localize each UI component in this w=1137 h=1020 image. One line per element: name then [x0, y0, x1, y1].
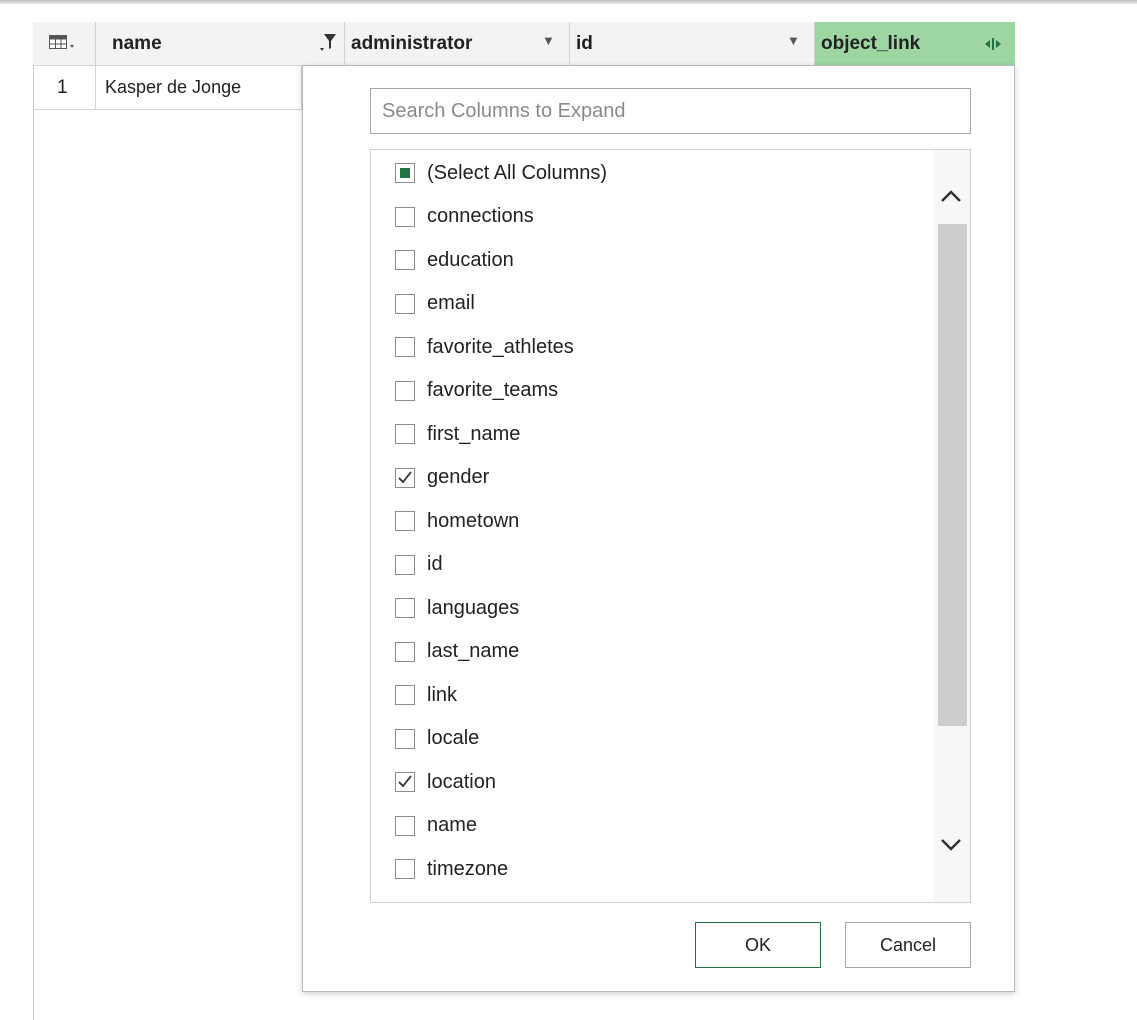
- column-checkbox-label: first_name: [427, 422, 521, 445]
- column-checkbox-item[interactable]: first_name: [395, 419, 520, 449]
- column-header-object-link[interactable]: object_link: [815, 22, 1015, 66]
- column-header-id[interactable]: id ▼: [570, 22, 815, 66]
- column-header-label: id: [576, 33, 593, 54]
- column-checkbox-label: locale: [427, 727, 480, 749]
- partial-checkbox[interactable]: [395, 163, 415, 183]
- scrollbar[interactable]: [934, 150, 970, 902]
- column-checkbox-label: id: [427, 553, 443, 575]
- column-header-label: name: [112, 33, 162, 54]
- column-checkbox-item[interactable]: gender: [395, 463, 489, 493]
- checkbox[interactable]: [395, 250, 415, 270]
- column-header-label: administrator: [351, 33, 473, 54]
- column-checkbox-item[interactable]: (Select All Columns): [395, 158, 607, 188]
- column-checkbox-label: updated_time: [427, 901, 548, 902]
- grid-left-border: [33, 22, 34, 1020]
- columns-list[interactable]: (Select All Columns) connections education…: [370, 149, 971, 903]
- column-checkbox-label: education: [427, 248, 514, 271]
- column-header-administrator[interactable]: administrator ▼: [345, 22, 570, 66]
- window-top-edge: [0, 0, 1137, 4]
- column-checkbox-label: connections: [427, 205, 534, 227]
- column-checkbox-label: gender: [427, 466, 490, 488]
- column-checkbox-label: (Select All Columns): [427, 161, 608, 184]
- row-number: 1: [57, 77, 68, 98]
- filter-icon[interactable]: [318, 32, 338, 55]
- expand-icon[interactable]: [983, 36, 1003, 58]
- checkmark-icon: [398, 775, 412, 788]
- column-checkbox-label: timezone: [427, 857, 509, 880]
- column-checkbox-item[interactable]: link: [395, 680, 457, 710]
- column-checkbox-label: languages: [427, 596, 520, 619]
- scroll-up-icon[interactable]: [940, 184, 962, 210]
- column-checkbox-item[interactable]: locale: [395, 724, 479, 754]
- checked-checkbox[interactable]: [395, 467, 415, 488]
- column-checkbox-label: favorite_teams: [427, 379, 559, 401]
- expand-columns-panel: (Select All Columns) connections education…: [302, 65, 1015, 992]
- scrollbar-thumb[interactable]: [938, 224, 967, 726]
- column-checkbox-label: link: [427, 683, 458, 706]
- checkbox[interactable]: [395, 728, 415, 749]
- checkbox[interactable]: [395, 337, 415, 357]
- column-checkbox-item[interactable]: favorite_teams: [395, 376, 558, 406]
- column-checkbox-label: location: [427, 770, 496, 793]
- checkbox[interactable]: [395, 511, 415, 531]
- column-checkbox-label: name: [427, 814, 478, 836]
- scroll-down-icon[interactable]: [940, 833, 962, 859]
- column-header-name[interactable]: name: [96, 22, 345, 66]
- checkbox[interactable]: [395, 598, 415, 618]
- checkbox[interactable]: [395, 859, 415, 879]
- column-checkbox-label: last_name: [427, 640, 520, 662]
- column-checkbox-label: hometown: [427, 509, 520, 532]
- row-number-cell: 1: [33, 66, 96, 110]
- table-icon[interactable]: [49, 35, 77, 59]
- column-checkbox-item[interactable]: location: [395, 767, 496, 797]
- table-menu-header[interactable]: [33, 22, 96, 66]
- cell-value: Kasper de Jonge: [105, 77, 242, 97]
- column-checkbox-item[interactable]: id: [395, 550, 443, 580]
- column-checkbox-item[interactable]: last_name: [395, 637, 519, 667]
- column-checkbox-label: email: [427, 292, 475, 314]
- checkbox[interactable]: [395, 815, 415, 836]
- column-checkbox-item[interactable]: email: [395, 289, 475, 319]
- ok-button[interactable]: OK: [695, 922, 821, 968]
- search-columns-input[interactable]: [370, 88, 971, 134]
- chevron-down-icon[interactable]: ▼: [542, 33, 555, 48]
- checkbox[interactable]: [395, 641, 415, 662]
- column-checkbox-item[interactable]: updated_time: [395, 898, 548, 904]
- column-checkbox-item[interactable]: connections: [395, 202, 534, 232]
- column-checkbox-item[interactable]: timezone: [395, 854, 508, 884]
- partial-fill: [400, 168, 410, 178]
- checkmark-icon: [398, 470, 412, 483]
- checkbox[interactable]: [395, 293, 415, 314]
- column-checkbox-item[interactable]: hometown: [395, 506, 519, 536]
- column-checkbox-item[interactable]: languages: [395, 593, 519, 623]
- column-checkbox-item[interactable]: education: [395, 245, 514, 275]
- column-checkbox-item[interactable]: favorite_athletes: [395, 332, 574, 362]
- checkbox[interactable]: [395, 903, 415, 904]
- cancel-button[interactable]: Cancel: [845, 922, 971, 968]
- checkbox[interactable]: [395, 554, 415, 575]
- checkbox[interactable]: [395, 206, 415, 227]
- table-cell-name[interactable]: Kasper de Jonge: [96, 66, 302, 110]
- checkbox[interactable]: [395, 685, 415, 705]
- checkbox[interactable]: [395, 424, 415, 444]
- checkbox[interactable]: [395, 380, 415, 401]
- column-checkbox-item[interactable]: name: [395, 811, 477, 841]
- chevron-down-icon[interactable]: ▼: [787, 33, 800, 48]
- column-checkbox-label: favorite_athletes: [427, 335, 574, 358]
- checked-checkbox[interactable]: [395, 772, 415, 792]
- column-header-label: object_link: [821, 33, 921, 54]
